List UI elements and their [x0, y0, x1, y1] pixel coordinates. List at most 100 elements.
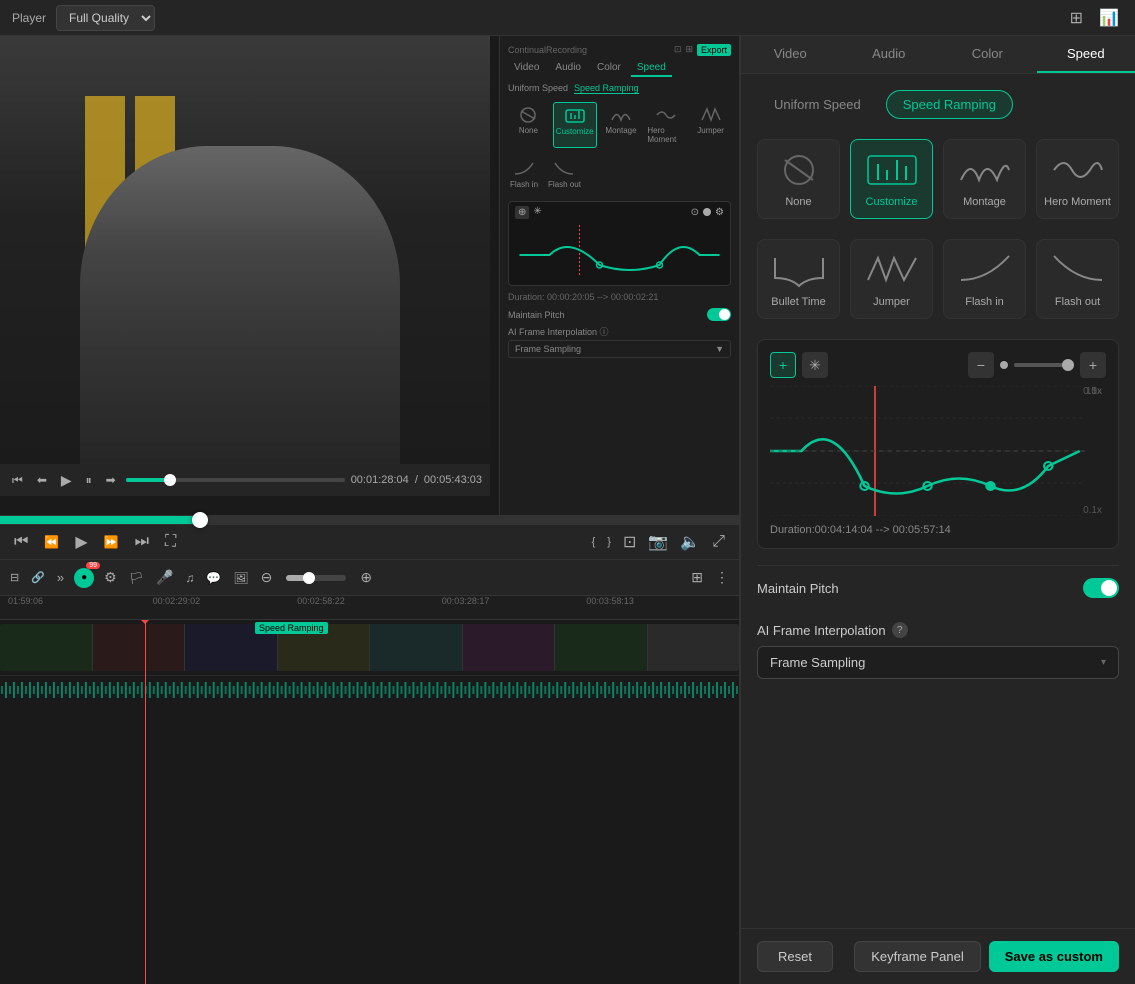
zoom-btn[interactable]: ⤢ [710, 531, 727, 553]
mini-export[interactable]: Export [697, 44, 731, 56]
mini-montage-label: Montage [605, 126, 636, 135]
mark-in-btn[interactable]: { [590, 534, 598, 550]
mini-tab-audio[interactable]: Audio [549, 60, 587, 77]
help-icon[interactable]: ? [892, 622, 908, 638]
pause-btn[interactable]: ⏸ [82, 471, 96, 490]
zoom-out-graph-btn[interactable]: − [968, 352, 994, 378]
video-clip[interactable] [0, 624, 739, 671]
tl-record-btn[interactable]: ● [74, 568, 94, 588]
play-pause-btn[interactable]: ▶ [73, 530, 89, 554]
preset-none[interactable]: None [757, 139, 840, 219]
keyframe-panel-btn[interactable]: Keyframe Panel [854, 941, 981, 972]
preset-flash-in[interactable]: Flash in [943, 239, 1026, 319]
step-fwd-btn[interactable]: ⏩ [102, 533, 121, 551]
tl-layout-btn[interactable]: ⊞ [689, 567, 705, 588]
main-progress-bar[interactable] [0, 516, 739, 524]
controls-right: { } ⊡ 📷 🔈 ⤢ [590, 530, 727, 554]
mini-editor: ⏮ ⬅ ▶ ⏸ ➡ 00:01:28:04 / 00:05:43:03 [0, 36, 739, 516]
mini-icon-flash-out[interactable]: Flash out [546, 156, 583, 193]
frame-sampling-text: Frame Sampling [770, 655, 865, 670]
tl-pic-btn[interactable]: 🖼 [231, 569, 250, 587]
tl-effects-btn[interactable]: ⚙ [102, 567, 119, 588]
audio-btn[interactable]: 🔈 [678, 530, 702, 554]
preset-customize[interactable]: Customize [850, 139, 933, 219]
curve-graph-toolbar: + ✳ − + [770, 352, 1106, 378]
tl-expand-btn[interactable]: » [55, 568, 66, 587]
preset-hero-moment[interactable]: Hero Moment [1036, 139, 1119, 219]
frame-sampling-dropdown[interactable]: Frame Sampling ▾ [757, 646, 1119, 679]
mini-icon-flash-in[interactable]: Flash in [508, 156, 540, 193]
current-time: 00:01:28:04 [351, 474, 409, 486]
next-frame-btn[interactable]: ⏭ [133, 531, 151, 553]
mini-tab-color[interactable]: Color [591, 60, 627, 77]
snowflake-btn[interactable]: ✳ [802, 352, 828, 378]
prev-frame-btn[interactable]: ⏮ [12, 531, 30, 553]
preset-customize-label: Customize [866, 196, 918, 208]
graph-zoom-track[interactable] [1014, 363, 1074, 367]
timeline-toolbar: ⊟ 🔗 » ● 99 ⚙ 🏳 🎤 ♫ 💬 🖼 ⊖ ⊕ ⊞ ⋮ [0, 560, 739, 596]
zoom-in-graph-btn[interactable]: + [1080, 352, 1106, 378]
mini-tab-speed[interactable]: Speed [631, 60, 672, 77]
save-custom-btn[interactable]: Save as custom [989, 941, 1119, 972]
maintain-pitch-toggle[interactable] [1083, 578, 1119, 598]
tl-flag-btn[interactable]: 🏳 [127, 569, 146, 587]
tl-subtitle-btn[interactable]: 💬 [204, 569, 223, 587]
ai-section: AI Frame Interpolation ? Frame Sampling … [757, 622, 1119, 679]
mini-icon-none[interactable]: None [508, 102, 549, 148]
camera-btn[interactable]: 📷 [646, 530, 670, 554]
fullscreen-btn[interactable]: ⛶ [163, 531, 178, 553]
mini-speed-ramp-tab[interactable]: Speed Ramping [574, 83, 639, 94]
step-back-btn[interactable]: ⬅ [33, 471, 51, 489]
mini-icon-jumper[interactable]: Jumper [690, 102, 731, 148]
video-preview: ⏮ ⬅ ▶ ⏸ ➡ 00:01:28:04 / 00:05:43:03 [0, 36, 490, 496]
play-back-btn[interactable]: ⏮ [8, 471, 27, 490]
grid-view-btn[interactable]: ⊞ [1066, 6, 1087, 30]
mini-flashin-shape [512, 160, 536, 178]
tab-video[interactable]: Video [741, 36, 840, 73]
preset-flash-out[interactable]: Flash out [1036, 239, 1119, 319]
add-keyframe-btn[interactable]: + [770, 352, 796, 378]
tl-minus-btn[interactable]: ⊖ [259, 567, 275, 588]
preset-jumper[interactable]: Jumper [850, 239, 933, 319]
tl-magnet-btn[interactable]: ⊟ [8, 569, 21, 586]
tl-time-2: 00:02:58:22 [297, 596, 345, 606]
speed-ramping-tab[interactable]: Speed Ramping [886, 90, 1013, 119]
preset-montage[interactable]: Montage [943, 139, 1026, 219]
mini-curve-gear[interactable]: ⚙ [715, 207, 724, 218]
tab-audio[interactable]: Audio [840, 36, 939, 73]
chart-btn[interactable]: 📊 [1095, 6, 1123, 30]
reset-btn[interactable]: Reset [757, 941, 833, 972]
insert-btn[interactable]: ⊡ [621, 530, 638, 554]
mini-curve-snowflake[interactable]: ✳ [533, 206, 541, 219]
preset-bullet-time[interactable]: Bullet Time [757, 239, 840, 319]
mark-out-btn[interactable]: } [605, 534, 613, 550]
controls-bar: ⏮ ⏪ ▶ ⏩ ⏭ ⛶ { } ⊡ 📷 🔈 ⤢ [0, 524, 739, 560]
mini-maintain-toggle[interactable] [707, 308, 731, 321]
tl-record-group: ● 99 [74, 568, 94, 588]
mini-tab-video[interactable]: Video [508, 60, 545, 77]
player-label: Player [12, 11, 46, 25]
mini-icon-montage[interactable]: Montage [601, 102, 642, 148]
tl-music-btn[interactable]: ♫ [183, 569, 196, 587]
tl-mic-btn[interactable]: 🎤 [154, 567, 175, 588]
tab-speed[interactable]: Speed [1037, 36, 1135, 73]
quality-select[interactable]: Full Quality [56, 5, 155, 31]
zoom-slider-track[interactable] [286, 575, 346, 581]
uniform-speed-tab[interactable]: Uniform Speed [757, 90, 878, 119]
mini-icon-customize[interactable]: Customize [553, 102, 597, 148]
tl-link-btn[interactable]: 🔗 [29, 569, 47, 586]
play-btn[interactable]: ▶ [57, 470, 76, 491]
tl-plus-btn[interactable]: ⊕ [358, 567, 374, 588]
tl-more-btn[interactable]: ⋮ [713, 567, 731, 588]
waveform-svg [0, 678, 739, 702]
mini-curve-circle-btn[interactable]: ⊕ [515, 206, 529, 219]
mini-icon-hero[interactable]: Hero Moment [645, 102, 686, 148]
step-back-btn[interactable]: ⏪ [42, 533, 61, 551]
mini-uniform-speed-tab[interactable]: Uniform Speed [508, 83, 568, 94]
mini-hero-shape [654, 106, 678, 124]
mini-frame-sampling[interactable]: Frame Sampling ▼ [508, 340, 731, 358]
mini-curve-settings[interactable]: ⊙ [691, 207, 699, 218]
step-fwd-btn[interactable]: ➡ [102, 471, 120, 489]
tab-color[interactable]: Color [938, 36, 1037, 73]
progress-track[interactable] [126, 478, 345, 482]
